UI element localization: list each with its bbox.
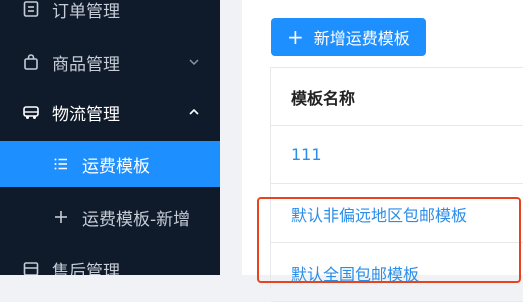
sidebar-item-label: 物流管理 (52, 104, 120, 125)
sidebar-item-label: 商品管理 (52, 54, 120, 75)
add-button-label: 新增运费模板 (313, 29, 410, 48)
sidebar: 订单管理 商品管理 物流管理 运费模板 运费模板-新增 售后管理 (0, 0, 220, 275)
list-icon (52, 155, 70, 173)
sidebar-item-shipping-template[interactable]: 运费模板 (0, 141, 220, 187)
bag-icon (22, 53, 40, 71)
chevron-up-icon (189, 108, 199, 115)
template-name-link[interactable]: 默认全国包邮模板 (291, 261, 419, 285)
plus-icon (52, 208, 70, 226)
plus-icon: + (287, 25, 304, 49)
template-table: 模板名称 111 默认非偏远地区包邮模板 默认全国包邮模板 (270, 67, 523, 302)
truck-icon (22, 103, 40, 121)
sidebar-item-label: 运费模板-新增 (82, 209, 191, 230)
sidebar-item-logistics[interactable]: 物流管理 (0, 89, 220, 135)
template-name-link[interactable]: 默认非偏远地区包邮模板 (291, 202, 467, 226)
sidebar-item-label: 售后管理 (52, 261, 120, 276)
chevron-down-icon (189, 59, 199, 66)
sidebar-item-orders[interactable]: 订单管理 (0, 0, 220, 32)
column-header-template-name: 模板名称 (271, 68, 523, 126)
sidebar-item-products[interactable]: 商品管理 (0, 39, 220, 85)
main-panel: + 新增运费模板 模板名称 111 默认非偏远地区包邮模板 默认全国包邮模板 (242, 0, 523, 302)
order-icon (22, 0, 40, 18)
sidebar-item-label: 运费模板 (82, 156, 150, 177)
table-row[interactable]: 默认全国包邮模板 (271, 244, 523, 302)
sidebar-item-label: 订单管理 (52, 1, 120, 22)
table-row[interactable]: 111 (271, 126, 523, 184)
sidebar-item-shipping-template-add[interactable]: 运费模板-新增 (0, 194, 220, 240)
add-shipping-template-button[interactable]: + 新增运费模板 (271, 18, 426, 56)
template-name-link[interactable]: 111 (291, 145, 322, 164)
table-row[interactable]: 默认非偏远地区包邮模板 (271, 185, 523, 243)
content-gutter (220, 0, 242, 275)
service-icon (22, 260, 40, 275)
sidebar-item-after-sales[interactable]: 售后管理 (0, 246, 220, 275)
